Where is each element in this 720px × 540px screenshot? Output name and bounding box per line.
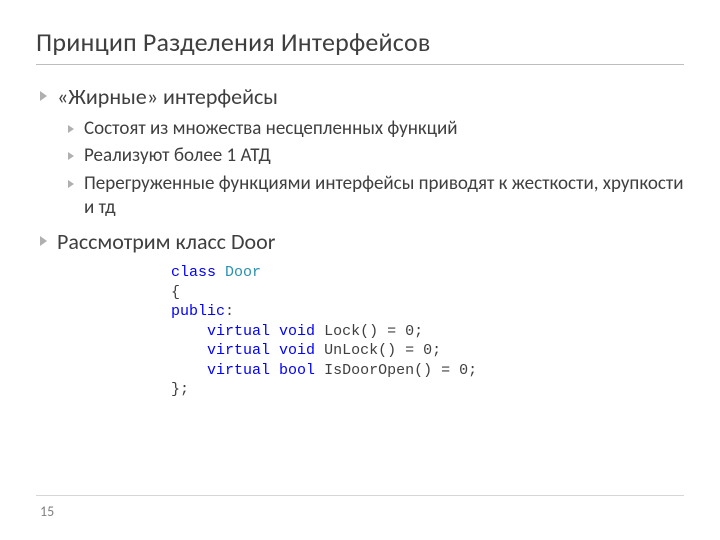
list-item: Перегруженные функциями интерфейсы приво… — [68, 172, 684, 220]
code-block: class Door { public: virtual void Lock()… — [171, 263, 684, 400]
class-name: Door — [225, 264, 261, 281]
keyword-virtual: virtual — [207, 323, 270, 340]
chevron-right-icon — [40, 91, 47, 101]
code-text: : — [225, 303, 234, 320]
keyword-class: class — [171, 264, 216, 281]
code-text: () = 0; — [414, 362, 477, 379]
page-number: 15 — [40, 503, 54, 520]
keyword-void: void — [279, 323, 315, 340]
sub-bullet-list: Состоят из множества несцепленных функци… — [40, 117, 684, 220]
chevron-right-icon — [68, 152, 74, 160]
list-item: Рассмотрим класс Door — [40, 228, 684, 256]
fn-name: Lock — [324, 323, 360, 340]
fn-name: IsDoorOpen — [324, 362, 414, 379]
code-text: () = 0; — [360, 323, 423, 340]
code-text: { — [171, 284, 180, 301]
code-text: () = 0; — [378, 342, 441, 359]
chevron-right-icon — [68, 180, 74, 188]
keyword-void: void — [279, 342, 315, 359]
code-text — [171, 323, 207, 340]
code-text — [171, 342, 207, 359]
list-item: Состоят из множества несцепленных функци… — [68, 117, 684, 141]
list-item: «Жирные» интерфейсы Состоят из множества… — [40, 83, 684, 220]
bullet-text: Состоят из множества несцепленных функци… — [84, 117, 458, 141]
fn-name: UnLock — [324, 342, 378, 359]
bullet-text: Рассмотрим класс Door — [57, 228, 275, 256]
slide-title: Принцип Разделения Интерфейсов — [36, 26, 684, 65]
chevron-right-icon — [40, 236, 47, 246]
code-text: }; — [171, 381, 189, 398]
bullet-list: «Жирные» интерфейсы Состоят из множества… — [36, 83, 684, 255]
divider — [36, 495, 684, 496]
code-text — [171, 362, 207, 379]
list-item: Реализуют более 1 АТД — [68, 144, 684, 168]
chevron-right-icon — [68, 125, 74, 133]
keyword-bool: bool — [279, 362, 315, 379]
keyword-public: public — [171, 303, 225, 320]
keyword-virtual: virtual — [207, 362, 270, 379]
bullet-text: «Жирные» интерфейсы — [57, 83, 278, 111]
keyword-virtual: virtual — [207, 342, 270, 359]
bullet-text: Реализуют более 1 АТД — [84, 144, 271, 168]
bullet-text: Перегруженные функциями интерфейсы приво… — [84, 172, 684, 220]
